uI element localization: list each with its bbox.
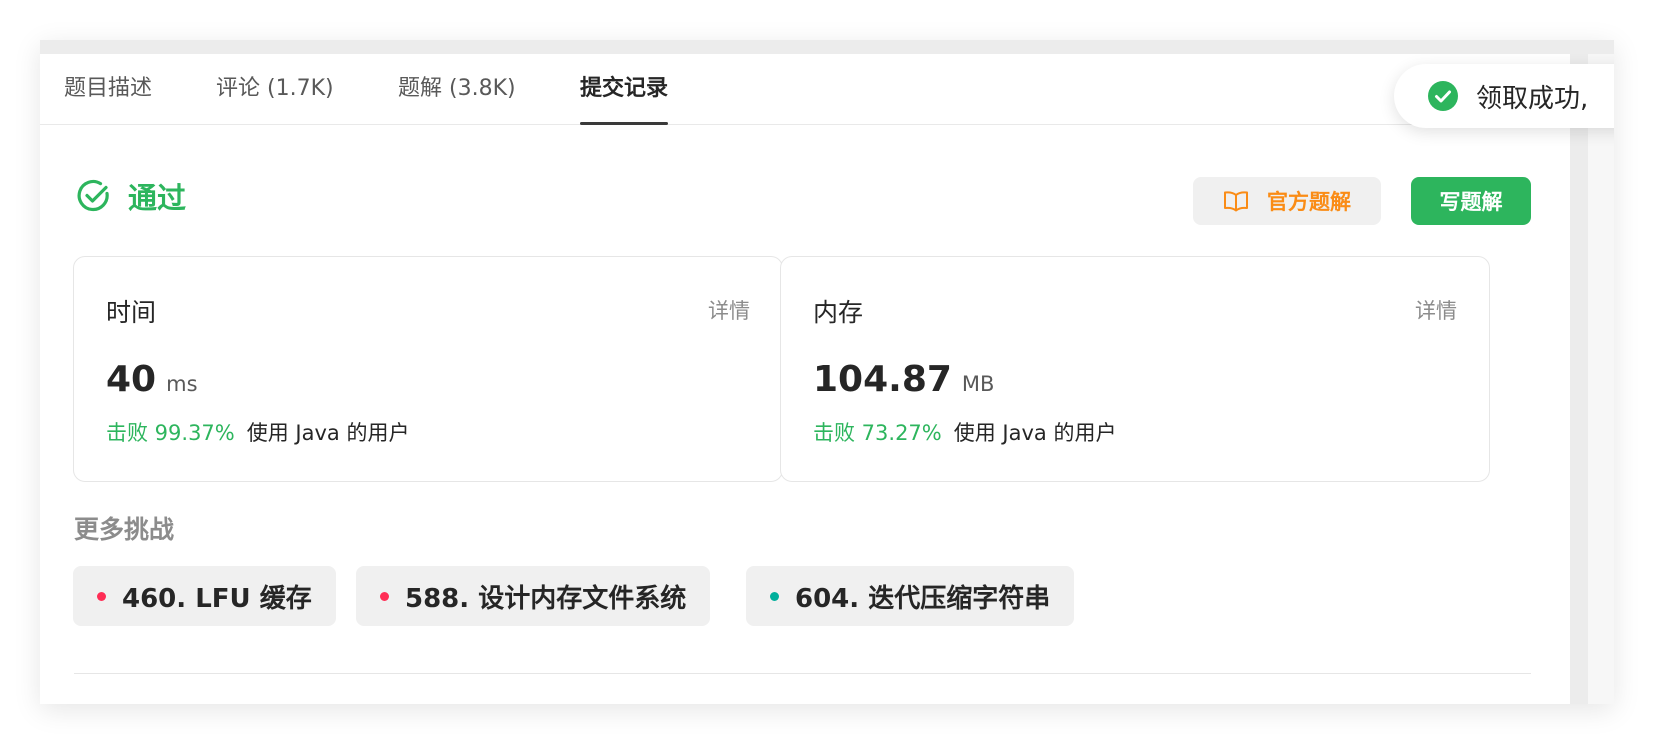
runtime-card: 时间 详情 40 ms 击败 99.37% 使用 Java 的用户 [73, 256, 783, 482]
tab-solutions[interactable]: 题解 (3.8K) [398, 54, 516, 124]
memory-detail-link[interactable]: 详情 [1415, 295, 1457, 325]
tab-description[interactable]: 题目描述 [64, 54, 152, 124]
tab-comments[interactable]: 评论 (1.7K) [216, 54, 334, 124]
difficulty-dot [770, 591, 779, 601]
memory-beat-desc: 使用 Java 的用户 [953, 421, 1117, 445]
difficulty-dot [380, 591, 389, 601]
runtime-value-row: 40 ms [106, 359, 198, 400]
memory-card: 内存 详情 104.87 MB 击败 73.27% 使用 Java 的用户 [780, 256, 1490, 482]
runtime-beat-row: 击败 99.37% 使用 Java 的用户 [106, 417, 409, 447]
toast-text: 领取成功, [1476, 83, 1589, 114]
runtime-value: 40 [106, 359, 157, 400]
memory-label: 内存 [813, 298, 864, 327]
status-text: 通过 [128, 181, 187, 215]
challenge-chip[interactable]: 588. 设计内存文件系统 [356, 566, 711, 626]
tab-bar: 题目描述 评论 (1.7K) 题解 (3.8K) 提交记录 [40, 54, 1570, 125]
memory-value-row: 104.87 MB [813, 359, 994, 400]
memory-beat-percent: 击败 73.27% [813, 421, 942, 445]
challenge-chip[interactable]: 460. LFU 缓存 [73, 566, 336, 626]
difficulty-dot [97, 591, 106, 601]
section-divider [74, 673, 1531, 674]
memory-beat-row: 击败 73.27% 使用 Java 的用户 [813, 417, 1116, 447]
runtime-label: 时间 [106, 298, 157, 327]
tab-submissions[interactable]: 提交记录 [580, 54, 669, 125]
memory-unit: MB [961, 372, 995, 396]
runtime-beat-percent: 击败 99.37% [106, 421, 235, 445]
success-toast: 领取成功, [1394, 64, 1614, 128]
runtime-unit: ms [166, 372, 198, 396]
challenge-label: 460. LFU 缓存 [122, 583, 312, 614]
right-side-strip [1588, 54, 1614, 704]
app-window: 题目描述 评论 (1.7K) 题解 (3.8K) 提交记录 通过 官方题解 写题… [40, 40, 1614, 704]
runtime-detail-link[interactable]: 详情 [708, 295, 750, 325]
challenge-label: 588. 设计内存文件系统 [405, 583, 687, 614]
challenge-label: 604. 迭代压缩字符串 [795, 583, 1051, 614]
memory-value: 104.87 [813, 359, 952, 400]
submission-panel: 题目描述 评论 (1.7K) 题解 (3.8K) 提交记录 通过 官方题解 写题… [40, 54, 1570, 704]
result-status: 通过 [76, 176, 186, 216]
check-circle-icon [1428, 81, 1458, 111]
official-solution-button[interactable]: 官方题解 [1193, 177, 1381, 225]
check-circle-icon [76, 178, 112, 214]
runtime-beat-desc: 使用 Java 的用户 [246, 421, 410, 445]
book-icon [1223, 190, 1249, 212]
official-solution-label: 官方题解 [1267, 190, 1351, 214]
write-solution-button[interactable]: 写题解 [1411, 177, 1531, 225]
more-challenges-title: 更多挑战 [74, 515, 175, 544]
challenge-chip[interactable]: 604. 迭代压缩字符串 [746, 566, 1075, 626]
